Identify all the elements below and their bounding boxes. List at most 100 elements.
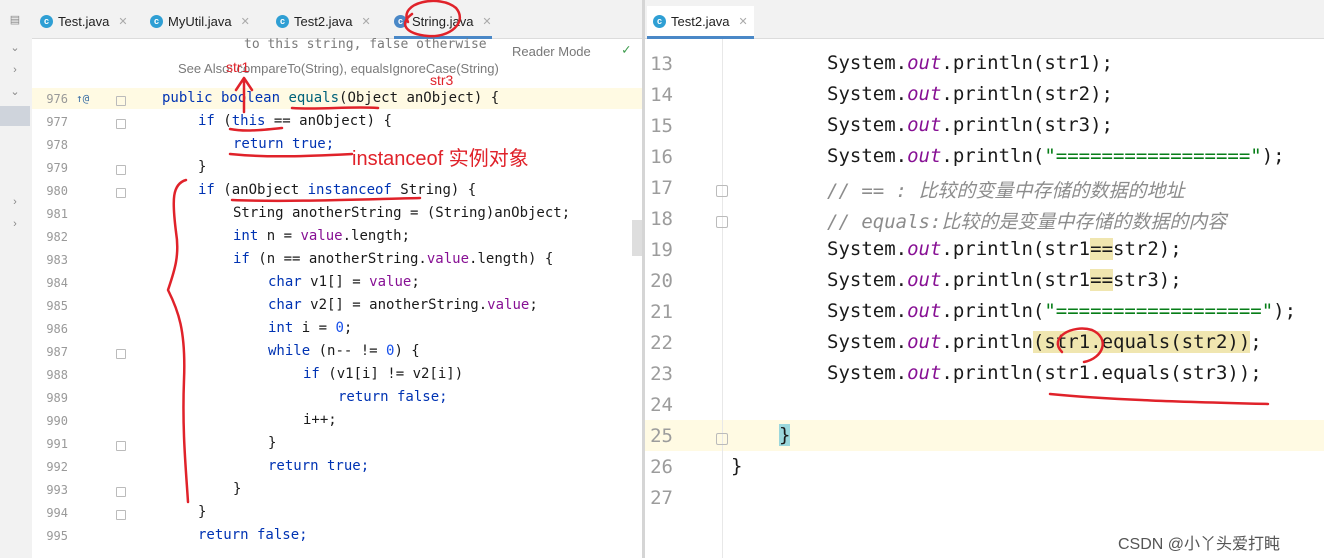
annotation-str3: str3 [430, 72, 454, 88]
fold-marker[interactable] [116, 441, 126, 451]
tab-string-java[interactable]: c String.java ✕ [394, 6, 492, 39]
code-line-976: public boolean equals(Object anObject) { [162, 90, 500, 106]
doc-line-1: to this string, false otherwise [244, 37, 487, 52]
line-number: 983 [46, 253, 68, 267]
line-number: 23 [650, 363, 673, 385]
code-line-21: System.out.println("==================")… [827, 300, 1297, 322]
tab-label: Test2.java [671, 13, 730, 29]
line-number: 992 [46, 460, 68, 474]
fold-marker[interactable] [116, 96, 126, 106]
code-line-26: } [731, 455, 743, 477]
line-number: 25 [650, 425, 673, 447]
left-editor[interactable]: to this string, false otherwise See Also… [32, 37, 642, 558]
line-number: 987 [46, 345, 68, 359]
right-editor[interactable]: 13 14 15 16 17 18 19 20 21 22 23 24 25 26 27 System.ou… [645, 39, 1324, 558]
java-class-icon: c [276, 14, 289, 28]
java-class-icon: c [653, 14, 666, 28]
fold-marker[interactable] [116, 487, 126, 497]
line-number: 981 [46, 207, 68, 221]
code-line-987: while (n-- != 0) { [268, 343, 420, 359]
tab-label: MyUtil.java [168, 13, 232, 29]
line-number: 990 [46, 414, 68, 428]
close-icon[interactable]: ✕ [241, 15, 250, 28]
code-line-994: } [198, 504, 207, 520]
tab-test-java[interactable]: c Test.java ✕ [40, 6, 128, 36]
code-line-983: if (n == anotherString.value.length) { [233, 251, 554, 267]
line-number: 985 [46, 299, 68, 313]
line-number: 979 [46, 161, 68, 175]
close-icon[interactable]: ✕ [362, 15, 371, 28]
java-class-icon: c [150, 14, 163, 28]
fold-marker[interactable] [716, 433, 728, 445]
chevron-down-icon[interactable]: ⌄ [9, 42, 21, 54]
java-class-icon: c [40, 14, 53, 28]
line-number: 20 [650, 270, 673, 292]
gutter-divider [722, 39, 723, 558]
code-line-25: } [779, 424, 791, 446]
override-icon[interactable]: ↑@ [76, 92, 89, 105]
line-number: 17 [650, 177, 673, 199]
line-number: 980 [46, 184, 68, 198]
fold-marker[interactable] [716, 185, 728, 197]
fold-marker[interactable] [116, 510, 126, 520]
annotation-str1: str1 [226, 59, 250, 75]
line-number: 19 [650, 239, 673, 261]
code-line-988: if (v1[i] != v2[i]) [303, 366, 464, 382]
editor-tabs-left: c Test.java ✕ c MyUtil.java ✕ c Test2.ja… [32, 0, 642, 39]
code-line-16: System.out.println("================="); [827, 145, 1285, 167]
line-number: 14 [650, 84, 673, 106]
line-number: 26 [650, 456, 673, 478]
line-number: 978 [46, 138, 68, 152]
line-number: 995 [46, 529, 68, 543]
code-line-993: } [233, 481, 242, 497]
fold-marker[interactable] [116, 165, 126, 175]
tab-label: String.java [412, 13, 474, 29]
line-number: 994 [46, 506, 68, 520]
tab-test2-java[interactable]: c Test2.java ✕ [276, 6, 371, 36]
line-number: 986 [46, 322, 68, 336]
selected-tool[interactable] [0, 106, 30, 126]
chevron-down-icon[interactable]: ⌄ [9, 86, 21, 98]
current-line-highlight [645, 420, 1324, 451]
code-line-985: char v2[] = anotherString.value; [268, 297, 538, 313]
tab-label: Test.java [58, 13, 110, 29]
line-number: 18 [650, 208, 673, 230]
code-line-981: String anotherString = (String)anObject; [233, 205, 571, 221]
tab-label: Test2.java [294, 13, 353, 29]
line-number: 976 [46, 92, 68, 106]
line-number: 977 [46, 115, 68, 129]
editor-tabs-right: c Test2.java ✕ [645, 0, 1324, 39]
chevron-right-icon[interactable]: › [9, 218, 21, 230]
annotation-instanceof: instanceof 实例对象 [352, 148, 529, 170]
code-line-984: char v1[] = value; [268, 274, 420, 290]
code-line-980: if (anObject instanceof String) { [198, 182, 477, 198]
code-line-977: if (this == anObject) { [198, 113, 392, 129]
close-icon[interactable]: ✕ [739, 15, 748, 28]
code-line-982: int n = value.length; [233, 228, 411, 244]
tab-myutil-java[interactable]: c MyUtil.java ✕ [150, 6, 250, 36]
scrollbar-thumb[interactable] [632, 220, 642, 256]
line-number: 988 [46, 368, 68, 382]
chevron-right-icon[interactable]: › [9, 64, 21, 76]
line-number: 984 [46, 276, 68, 290]
fold-marker[interactable] [116, 119, 126, 129]
tab-test2-java-right[interactable]: c Test2.java ✕ [647, 6, 754, 39]
fold-marker[interactable] [716, 216, 728, 228]
line-number: 991 [46, 437, 68, 451]
fold-marker[interactable] [116, 349, 126, 359]
code-line-990: i++; [303, 412, 337, 428]
check-icon: ✓ [622, 42, 631, 58]
code-line-978: return true; [233, 136, 335, 152]
project-icon[interactable]: ▤ [9, 14, 21, 26]
code-line-986: int i = 0; [268, 320, 353, 336]
reader-mode-button[interactable]: Reader Mode [512, 44, 591, 59]
close-icon[interactable]: ✕ [118, 15, 127, 28]
line-number: 21 [650, 301, 673, 323]
chevron-right-icon[interactable]: › [9, 196, 21, 208]
fold-marker[interactable] [116, 188, 126, 198]
line-number: 24 [650, 394, 673, 416]
line-number: 13 [650, 53, 673, 75]
line-number: 16 [650, 146, 673, 168]
code-line-19: System.out.println(str1==str2); [827, 238, 1182, 260]
close-icon[interactable]: ✕ [482, 15, 491, 28]
